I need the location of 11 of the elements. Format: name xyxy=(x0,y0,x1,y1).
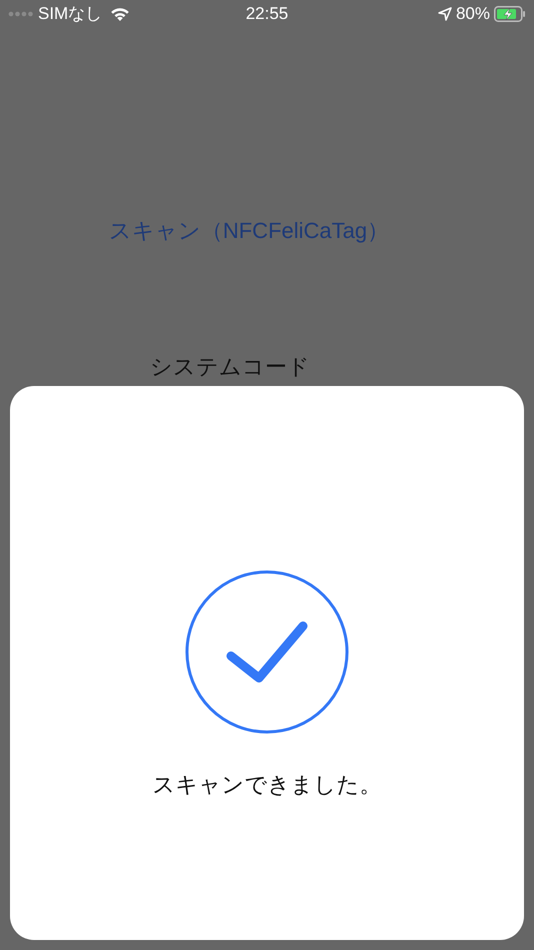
location-arrow-icon xyxy=(438,7,452,21)
clock-time: 22:55 xyxy=(246,3,288,26)
wifi-icon xyxy=(110,6,130,22)
carrier-label: SIMなし xyxy=(38,3,102,26)
signal-icon xyxy=(8,11,34,17)
scan-complete-message: スキャンできました。 xyxy=(152,771,382,799)
checkmark-circle-icon xyxy=(185,570,349,734)
battery-percentage: 80% xyxy=(456,3,490,26)
section-label: システムコード xyxy=(150,354,310,379)
scan-link[interactable]: スキャン（NFCFeliCaTag） xyxy=(108,214,390,247)
battery-charging-icon xyxy=(494,6,526,22)
